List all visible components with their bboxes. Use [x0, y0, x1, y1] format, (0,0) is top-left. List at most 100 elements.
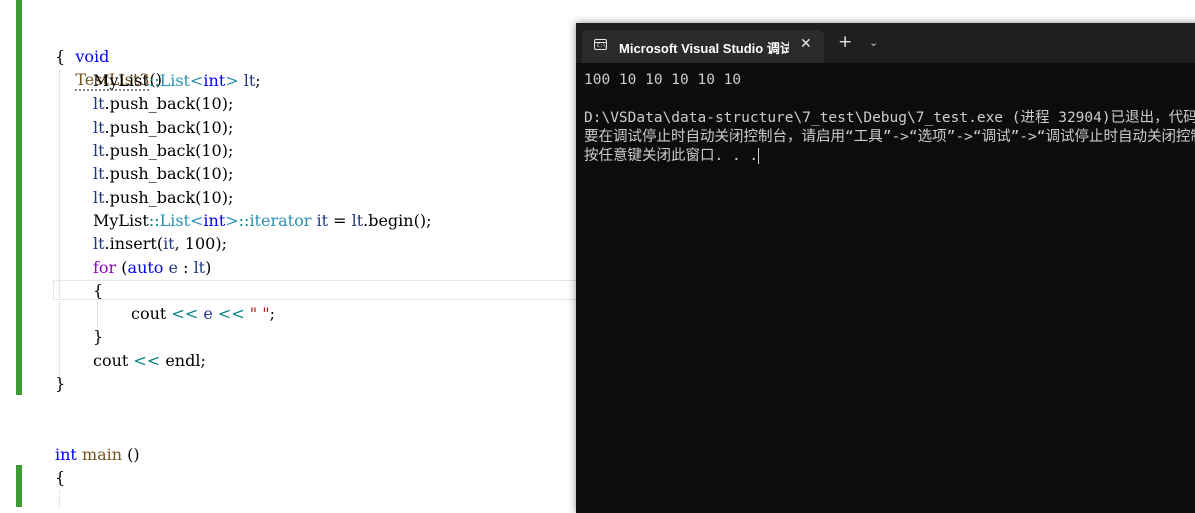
- code-text: cout: [131, 304, 167, 323]
- output-line: D:\VSData\data-structure\7_test\Debug\7_…: [584, 110, 1195, 126]
- code-line[interactable]: for (auto e : lt): [93, 256, 211, 279]
- variable: lt: [93, 141, 105, 160]
- stream-operator: <<: [166, 304, 204, 323]
- code-text: ): [205, 258, 212, 277]
- code-text: ;: [269, 304, 275, 323]
- chevron-down-icon[interactable]: ⌄: [869, 36, 878, 49]
- change-indicator-bar: [16, 465, 22, 507]
- terminal-window[interactable]: C:\ Microsoft Visual Studio 调试控制台 ✕ + ⌄ …: [576, 23, 1195, 513]
- stream-operator: <<: [212, 304, 250, 323]
- code-line[interactable]: int main (): [55, 443, 140, 466]
- namespace: MyList: [93, 71, 149, 90]
- variable: lt: [193, 258, 206, 277]
- template-bracket: >: [225, 71, 239, 90]
- keyword: int: [203, 71, 226, 90]
- console-icon: C:\: [594, 39, 607, 50]
- code-text: }: [55, 374, 66, 393]
- tab-title: Microsoft Visual Studio 调试控制台: [619, 41, 789, 56]
- keyword: int: [55, 445, 77, 464]
- code-line[interactable]: cout << endl;: [93, 349, 206, 372]
- code-line[interactable]: lt.push_back(10);: [93, 186, 233, 209]
- code-line[interactable]: lt.push_back(10);: [93, 162, 233, 185]
- variable: e: [203, 304, 213, 323]
- code-line[interactable]: MyList::List<int> lt;: [93, 69, 261, 92]
- change-indicator-bar: [16, 0, 22, 395]
- code-line[interactable]: lt.push_back(10);: [93, 116, 233, 139]
- text-cursor: [758, 148, 760, 164]
- current-line-highlight: [53, 280, 593, 300]
- code-text: }: [93, 327, 104, 346]
- code-text: .push_back(10);: [104, 118, 234, 137]
- code-line[interactable]: {: [55, 466, 65, 489]
- code-text: ;: [255, 71, 261, 90]
- output-line-prompt: 按任意键关闭此窗口. . .: [584, 147, 1195, 166]
- code-text: .push_back(10);: [104, 141, 234, 160]
- control-keyword: for: [93, 258, 117, 277]
- code-line[interactable]: lt.insert(it, 100);: [93, 232, 227, 255]
- console-icon-glyph: C:\: [597, 43, 607, 49]
- close-icon[interactable]: ✕: [800, 36, 812, 52]
- code-text: (): [122, 445, 140, 464]
- type-name: List: [159, 211, 190, 230]
- keyword: auto: [127, 258, 164, 277]
- code-line[interactable]: {: [93, 279, 103, 302]
- variable: lt: [93, 118, 105, 137]
- code-line[interactable]: lt.push_back(10);: [93, 92, 233, 115]
- variable: lt: [93, 188, 105, 207]
- template-bracket: >: [225, 211, 239, 230]
- new-tab-button[interactable]: +: [838, 34, 852, 51]
- code-text: .push_back(10);: [104, 164, 234, 183]
- code-text: {: [55, 468, 66, 487]
- stream-operator: <<: [128, 351, 166, 370]
- terminal-output[interactable]: 100 10 10 10 10 10 D:\VSData\data-struct…: [584, 71, 1195, 166]
- scope-operator: ::: [148, 71, 160, 90]
- keyword: int: [203, 211, 226, 230]
- type-name: List: [159, 71, 190, 90]
- code-text: .insert(: [104, 234, 164, 253]
- code-text: .push_back(10);: [104, 94, 234, 113]
- indent-guide: [59, 70, 60, 380]
- code-text: ;: [200, 351, 206, 370]
- variable: it: [316, 211, 328, 230]
- output-line: 要在调试停止时自动关闭控制台，请启用“工具”->“选项”->“调试”->“调试停…: [584, 129, 1195, 145]
- variable: e: [163, 258, 178, 277]
- terminal-tab[interactable]: C:\ Microsoft Visual Studio 调试控制台 ✕: [582, 30, 824, 63]
- variable: lt: [351, 211, 364, 230]
- output-line: 按任意键关闭此窗口. . .: [584, 148, 759, 164]
- type-name: iterator: [249, 211, 312, 230]
- code-text: cout: [93, 351, 129, 370]
- code-text: {: [93, 281, 104, 300]
- code-text: endl: [165, 351, 201, 370]
- variable: lt: [93, 234, 105, 253]
- code-text: :: [178, 258, 194, 277]
- variable: it: [163, 234, 175, 253]
- code-text: .begin();: [363, 211, 432, 230]
- code-text: =: [328, 211, 352, 230]
- code-text: , 100);: [174, 234, 227, 253]
- code-text: .push_back(10);: [104, 188, 234, 207]
- indent-guide: [59, 490, 60, 507]
- terminal-titlebar[interactable]: C:\ Microsoft Visual Studio 调试控制台 ✕ + ⌄: [576, 23, 1195, 63]
- code-text: {: [55, 47, 66, 66]
- scope-operator: ::: [148, 211, 160, 230]
- code-line[interactable]: }: [93, 325, 103, 348]
- code-line[interactable]: {: [55, 45, 65, 68]
- code-line[interactable]: MyList::List<int>::iterator it = lt.begi…: [93, 209, 431, 232]
- code-line[interactable]: }: [55, 372, 65, 395]
- variable: lt: [93, 94, 105, 113]
- code-line[interactable]: void TestList3(): [55, 22, 162, 91]
- keyword: void: [75, 47, 110, 66]
- template-bracket: <: [189, 211, 204, 230]
- variable: lt: [243, 71, 256, 90]
- code-line[interactable]: lt.push_back(10);: [93, 139, 233, 162]
- output-line: 100 10 10 10 10 10: [584, 72, 742, 88]
- code-line[interactable]: cout << e << " ";: [131, 302, 275, 325]
- code-text: (: [116, 258, 128, 277]
- string-literal: " ": [249, 304, 270, 323]
- scope-operator: ::: [238, 211, 250, 230]
- namespace: MyList: [93, 211, 149, 230]
- function-name: main: [76, 445, 123, 464]
- variable: lt: [93, 164, 105, 183]
- template-bracket: <: [189, 71, 204, 90]
